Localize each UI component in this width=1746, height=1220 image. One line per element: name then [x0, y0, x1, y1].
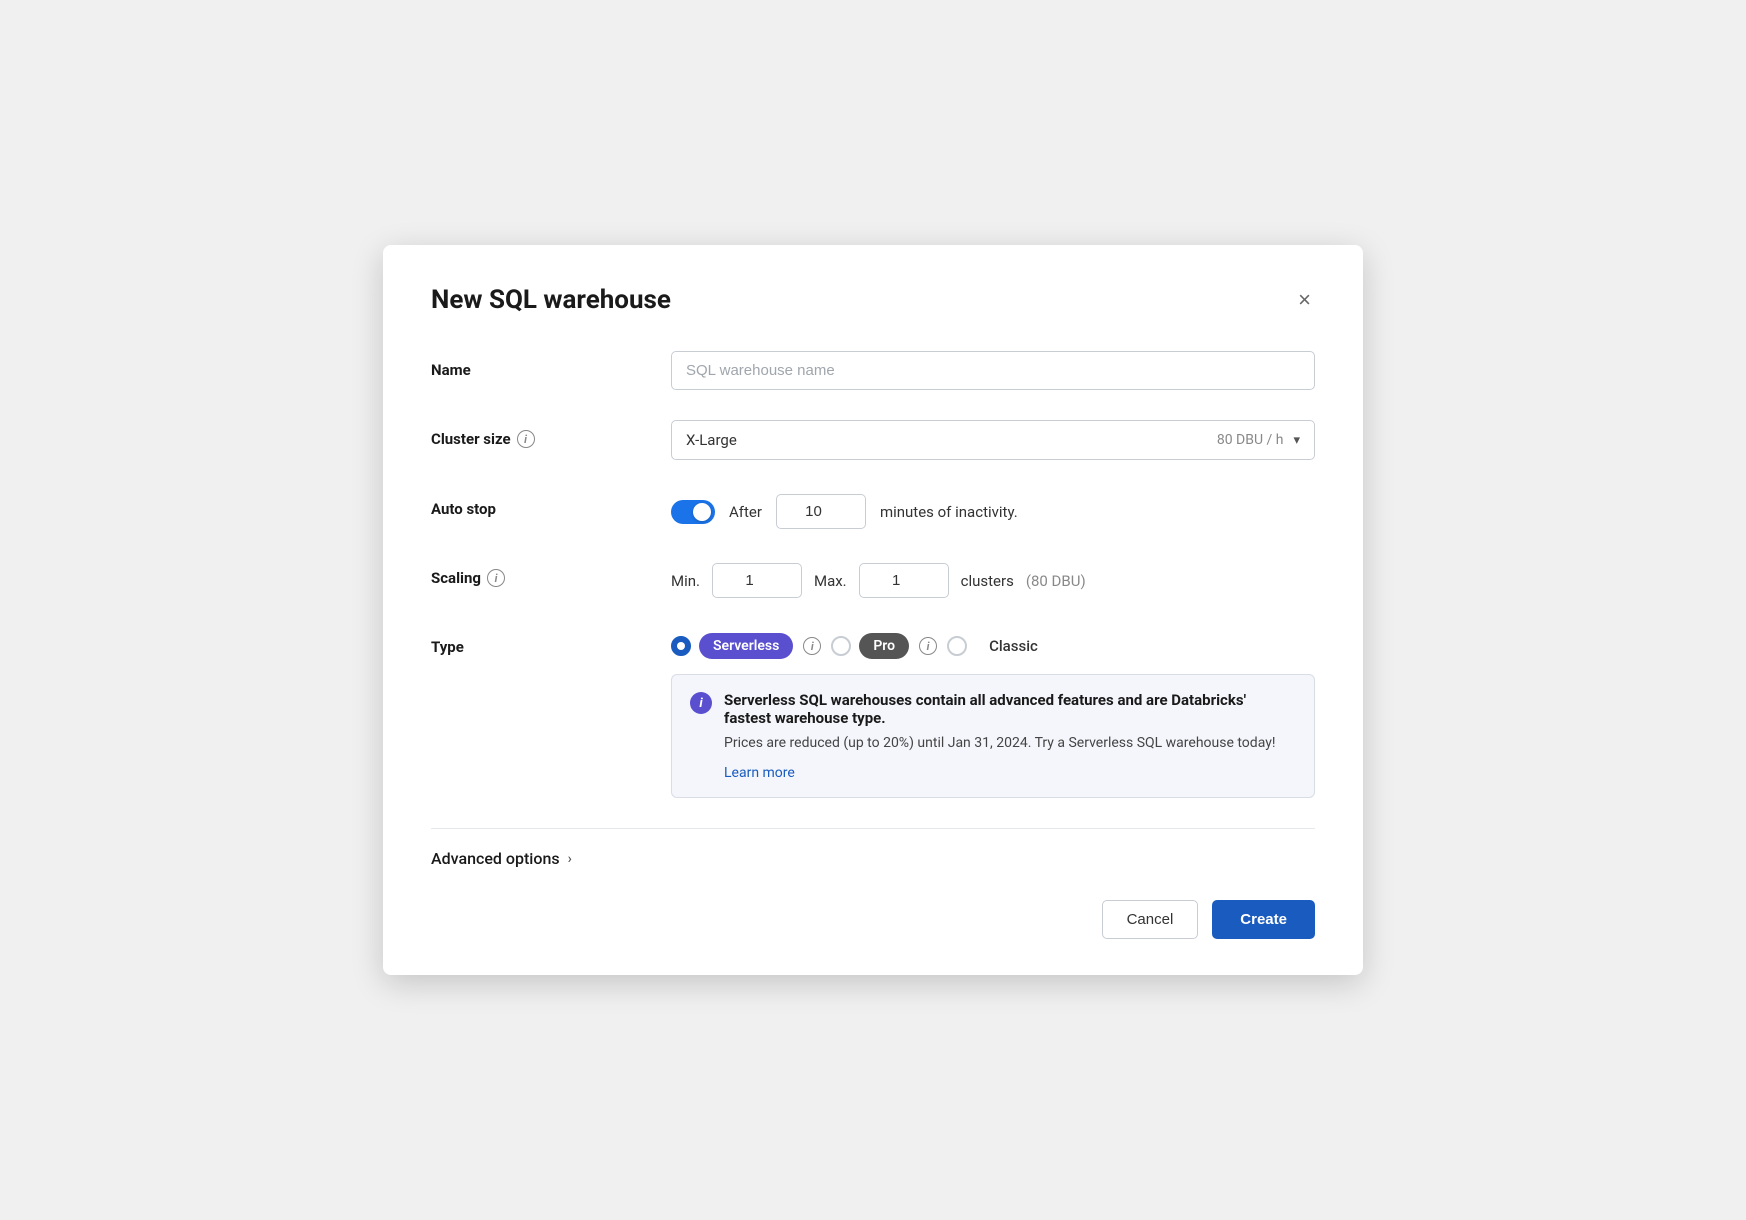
type-control: Serverless i Pro i Classic [671, 628, 1315, 798]
serverless-badge[interactable]: Serverless [699, 633, 793, 659]
type-option-pro[interactable]: Pro [831, 633, 909, 659]
scaling-row: Scaling i Min. Max. clusters (80 DBU) [431, 559, 1315, 598]
info-box-content: Serverless SQL warehouses contain all ad… [724, 691, 1296, 781]
pro-info-icon[interactable]: i [919, 637, 937, 655]
auto-stop-toggle[interactable] [671, 500, 715, 524]
scaling-control: Min. Max. clusters (80 DBU) [671, 559, 1315, 598]
chevron-right-icon: › [568, 851, 572, 867]
auto-stop-suffix: minutes of inactivity. [880, 503, 1018, 521]
scaling-max-label: Max. [814, 572, 847, 590]
name-label: Name [431, 351, 671, 379]
type-option-classic[interactable]: Classic [947, 632, 1052, 660]
scaling-min-input[interactable] [712, 563, 802, 598]
scaling-label: Scaling i [431, 559, 671, 587]
name-field-wrapper [671, 351, 1315, 390]
scaling-min-label: Min. [671, 572, 700, 590]
auto-stop-row: Auto stop After minutes of inactivity. [431, 490, 1315, 529]
cluster-size-select[interactable]: X-Large 80 DBU / h ▾ [671, 420, 1315, 460]
scaling-dbu-note: (80 DBU) [1026, 572, 1086, 590]
classic-radio[interactable] [947, 636, 967, 656]
serverless-info-icon[interactable]: i [803, 637, 821, 655]
serverless-radio[interactable] [671, 636, 691, 656]
type-option-serverless[interactable]: Serverless [671, 633, 793, 659]
cluster-size-info-icon[interactable]: i [517, 430, 535, 448]
cluster-size-dbu: 80 DBU / h [1217, 432, 1284, 448]
type-options: Serverless i Pro i Classic [671, 628, 1315, 660]
dialog-title: New SQL warehouse [431, 285, 671, 315]
create-button[interactable]: Create [1212, 900, 1315, 939]
scaling-clusters-text: clusters [961, 572, 1014, 590]
chevron-down-icon: ▾ [1293, 433, 1300, 448]
cancel-button[interactable]: Cancel [1102, 900, 1199, 939]
auto-stop-minutes-input[interactable] [776, 494, 866, 529]
type-row: Type Serverless i Pro i [431, 628, 1315, 798]
info-box-title: Serverless SQL warehouses contain all ad… [724, 691, 1296, 727]
scaling-max-input[interactable] [859, 563, 949, 598]
dialog-header: New SQL warehouse × [431, 285, 1315, 315]
cluster-size-select-wrapper: X-Large 80 DBU / h ▾ [671, 420, 1315, 460]
name-row: Name [431, 351, 1315, 390]
cluster-size-row: Cluster size i X-Large 80 DBU / h ▾ [431, 420, 1315, 460]
serverless-info-box: i Serverless SQL warehouses contain all … [671, 674, 1315, 798]
dialog-footer: Cancel Create [431, 900, 1315, 939]
toggle-thumb [693, 503, 711, 521]
info-box-icon: i [690, 692, 712, 714]
pro-badge[interactable]: Pro [859, 633, 909, 659]
cluster-size-value: X-Large [686, 431, 737, 449]
auto-stop-control: After minutes of inactivity. [671, 490, 1315, 529]
auto-stop-prefix: After [729, 503, 762, 521]
advanced-options-toggle[interactable]: Advanced options › [431, 849, 1315, 868]
new-sql-warehouse-dialog: New SQL warehouse × Name Cluster size i … [383, 245, 1363, 975]
advanced-options-label: Advanced options [431, 849, 560, 868]
name-input[interactable] [671, 351, 1315, 390]
type-label: Type [431, 628, 671, 656]
auto-stop-label: Auto stop [431, 490, 671, 518]
learn-more-link[interactable]: Learn more [724, 765, 795, 781]
pro-radio[interactable] [831, 636, 851, 656]
close-button[interactable]: × [1294, 285, 1315, 315]
cluster-size-label: Cluster size i [431, 420, 671, 448]
divider [431, 828, 1315, 829]
classic-badge[interactable]: Classic [975, 632, 1052, 660]
info-box-body: Prices are reduced (up to 20%) until Jan… [724, 733, 1296, 754]
scaling-info-icon[interactable]: i [487, 569, 505, 587]
